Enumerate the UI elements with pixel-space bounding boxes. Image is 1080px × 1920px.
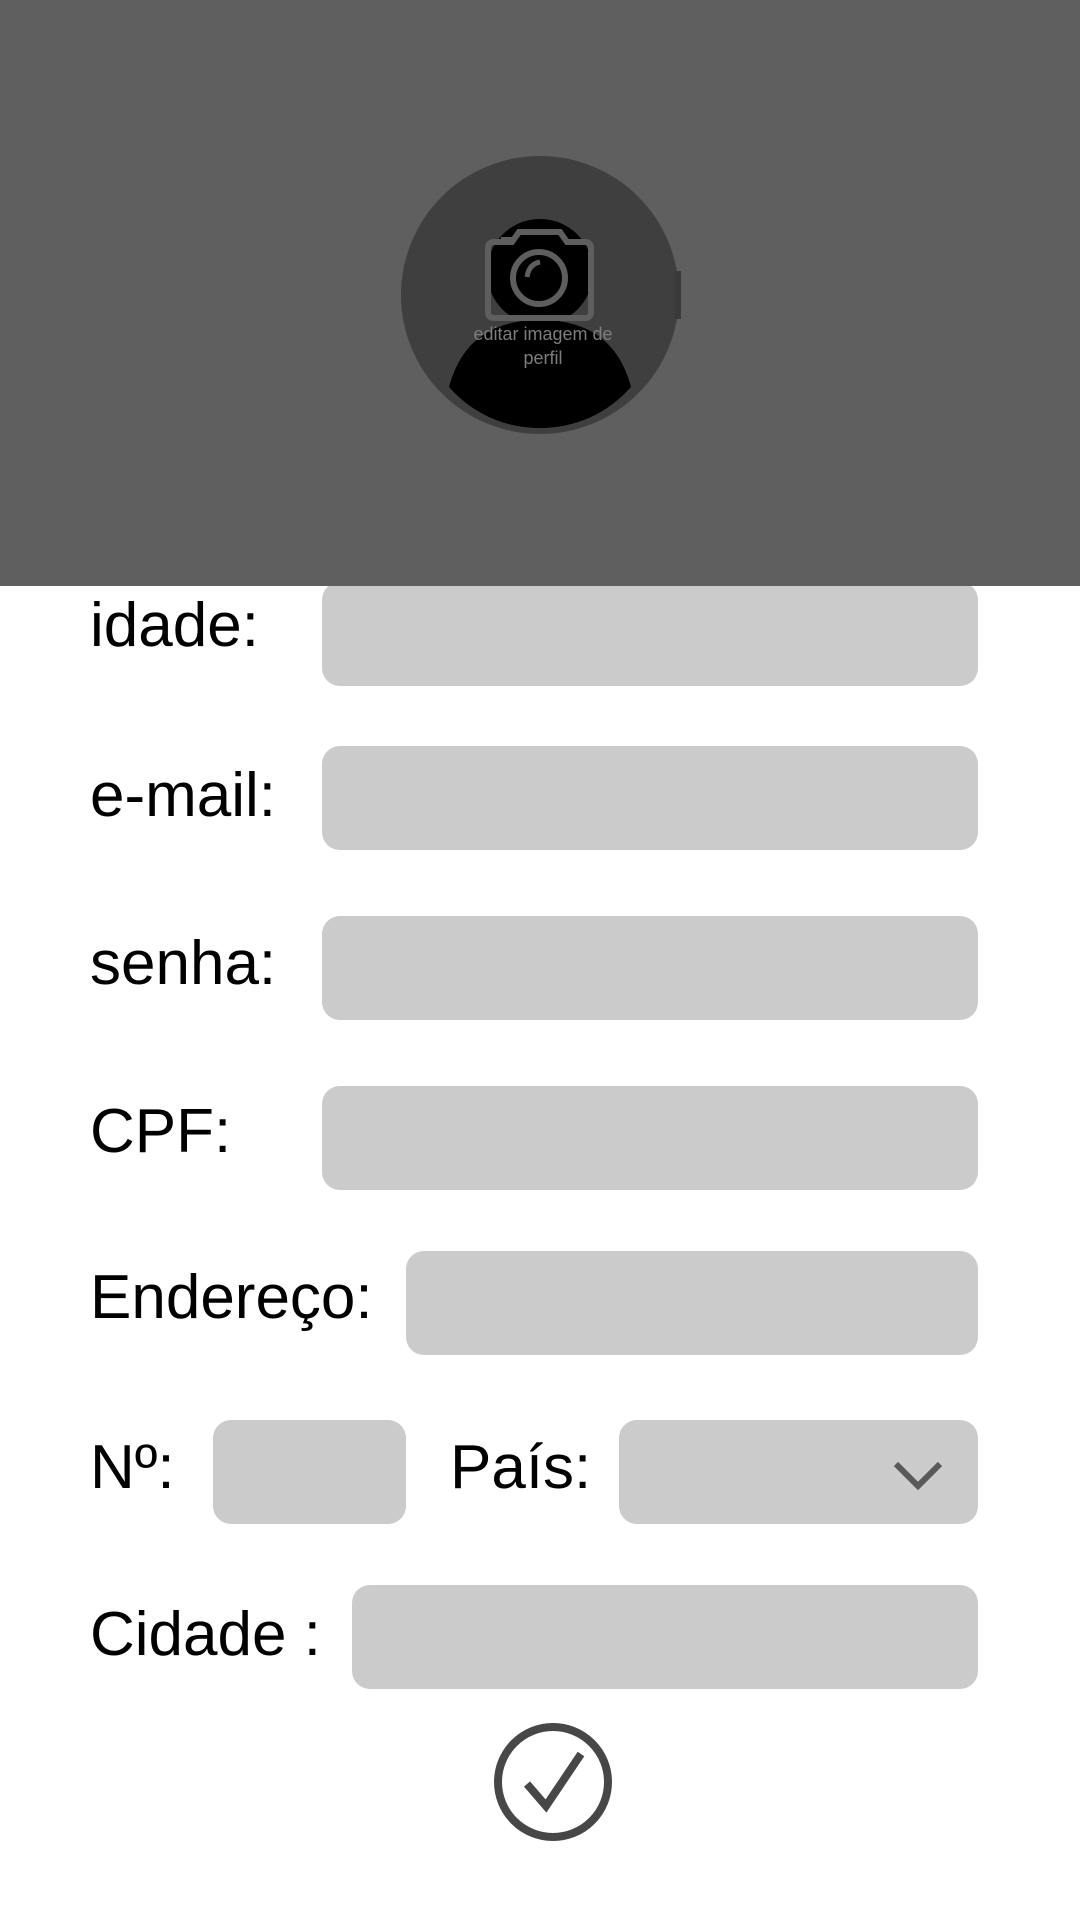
number-field[interactable] <box>213 1420 406 1524</box>
confirm-button[interactable] <box>493 1722 613 1842</box>
password-field[interactable] <box>322 916 978 1020</box>
age-label: idade: <box>90 591 259 660</box>
city-field[interactable] <box>352 1585 978 1689</box>
country-select[interactable] <box>619 1420 978 1524</box>
avatar-edge-tab <box>675 271 681 319</box>
address-field[interactable] <box>406 1251 978 1355</box>
age-input[interactable] <box>322 582 978 686</box>
profile-image-editor[interactable] <box>401 156 679 434</box>
check-circle-icon <box>494 1723 612 1841</box>
cpf-label: CPF: <box>90 1097 232 1166</box>
city-label: Cidade : <box>90 1600 321 1669</box>
profile-header: editar imagem de perfil <box>0 0 1080 586</box>
chevron-down-icon <box>893 1461 943 1490</box>
country-label: País: <box>450 1433 592 1502</box>
cpf-field[interactable] <box>322 1086 978 1190</box>
address-label: Endereço: <box>90 1263 373 1332</box>
number-label: Nº: <box>90 1433 175 1502</box>
email-label: e-mail: <box>90 761 277 830</box>
password-label: senha: <box>90 929 277 998</box>
email-field[interactable] <box>322 746 978 850</box>
edit-profile-image-label[interactable]: editar imagem de perfil <box>458 322 628 370</box>
camera-icon <box>485 229 594 321</box>
